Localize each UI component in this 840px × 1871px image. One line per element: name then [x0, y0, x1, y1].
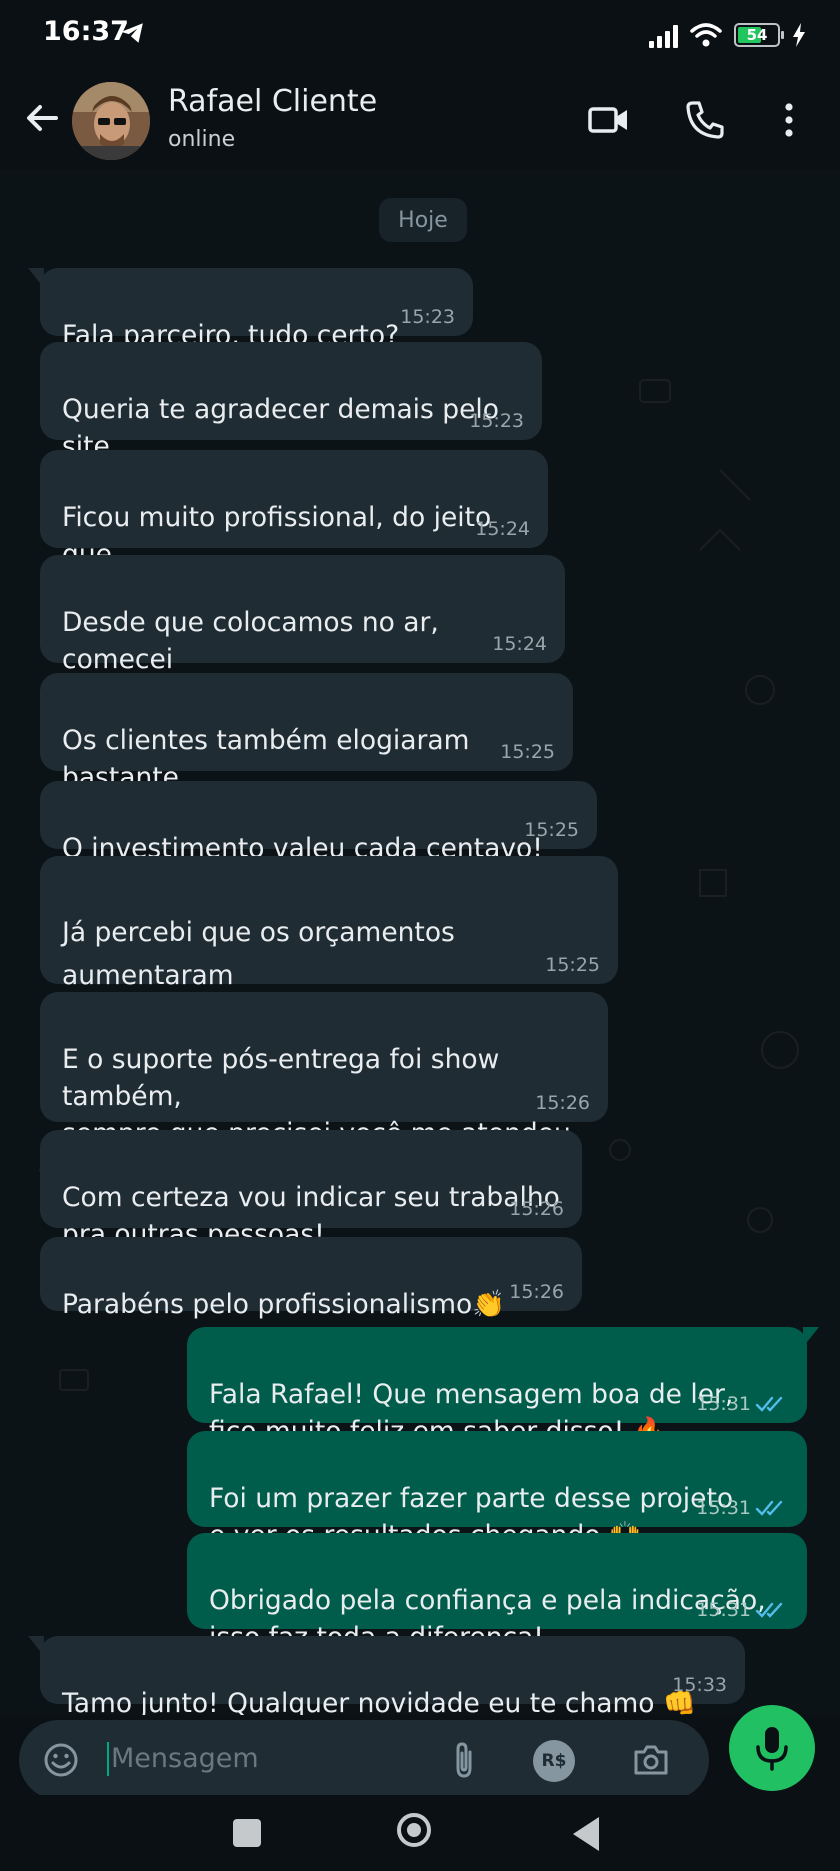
outgoing-message[interactable]: Obrigado pela confiança e pela indicação…	[187, 1533, 807, 1653]
composer: Mensagem R$	[0, 1715, 840, 1800]
outgoing-message[interactable]: Fala Rafael! Que mensagem boa de ler, fi…	[187, 1327, 819, 1447]
chat-header: Rafael Cliente online	[0, 70, 840, 170]
message-time: 15:33	[672, 1674, 727, 1696]
incoming-message[interactable]: O investimento valeu cada centavo! 15:25	[40, 781, 597, 864]
message-time: 15:23	[469, 410, 524, 432]
message-time: 15:24	[475, 518, 530, 540]
status-bar: 16:37 54	[0, 0, 840, 70]
message-time: 15:26	[509, 1281, 564, 1303]
incoming-message[interactable]: Queria te agradecer demais pelo site que…	[40, 342, 542, 499]
system-back-button[interactable]	[573, 1817, 599, 1851]
telegram-icon	[121, 23, 143, 43]
video-call-icon[interactable]	[587, 98, 631, 142]
battery-level: 54	[746, 26, 768, 44]
message-time: 15:31	[696, 1599, 751, 1621]
avatar[interactable]	[72, 82, 150, 160]
phone-icon[interactable]	[683, 98, 727, 142]
status-time: 16:37	[43, 16, 129, 47]
payment-icon[interactable]: R$	[533, 1740, 575, 1782]
home-button[interactable]	[397, 1813, 431, 1847]
mic-button[interactable]	[729, 1705, 815, 1791]
payment-icon-text: R$	[541, 1751, 567, 1771]
wifi-icon	[690, 23, 722, 47]
signal-icon	[649, 22, 678, 48]
message-time: 15:24	[492, 633, 547, 655]
date-separator: Hoje	[379, 198, 467, 242]
outgoing-message[interactable]: Foi um prazer fazer parte desse projeto …	[187, 1431, 807, 1551]
message-time: 15:23	[400, 306, 455, 328]
emoji-icon[interactable]	[41, 1740, 81, 1780]
recents-button[interactable]	[233, 1819, 261, 1847]
incoming-message[interactable]: Fala parceiro, tudo certo? 15:23	[28, 268, 473, 351]
message-time: 15:25	[545, 954, 600, 976]
incoming-message[interactable]: Ficou muito profissional, do jeito que e…	[40, 450, 548, 607]
message-time: 15:26	[509, 1198, 564, 1220]
incoming-message[interactable]: Tamo junto! Qualquer novidade eu te cham…	[28, 1636, 745, 1715]
double-check-icon	[755, 1602, 783, 1618]
contact-name[interactable]: Rafael Cliente	[168, 84, 377, 119]
double-check-icon	[755, 1500, 783, 1516]
message-text: Tamo junto! Qualquer novidade eu te cham…	[62, 1688, 696, 1715]
incoming-message[interactable]: E o suporte pós-entrega foi show também,…	[40, 992, 608, 1186]
message-time: 15:25	[524, 819, 579, 841]
message-time: 15:31	[696, 1393, 751, 1415]
message-text: Parabéns pelo profissionalismo👏	[62, 1289, 506, 1320]
message-input[interactable]: Mensagem R$	[19, 1720, 709, 1800]
more-options-icon[interactable]	[767, 98, 811, 142]
back-arrow-icon[interactable]	[22, 98, 62, 138]
chat-area[interactable]: Hoje Fala parceiro, tudo certo? 15:23 Qu…	[0, 170, 840, 1715]
incoming-message[interactable]: Parabéns pelo profissionalismo👏 15:26	[40, 1237, 582, 1320]
camera-icon[interactable]	[631, 1740, 671, 1780]
contact-status: online	[168, 127, 236, 152]
message-time: 15:26	[535, 1092, 590, 1114]
double-check-icon	[755, 1396, 783, 1412]
message-time: 15:25	[500, 741, 555, 763]
message-placeholder: Mensagem	[107, 1742, 259, 1776]
battery-icon: 54	[734, 23, 784, 47]
system-navigation-bar	[0, 1795, 840, 1871]
attach-icon[interactable]	[444, 1740, 484, 1780]
charging-icon	[793, 23, 805, 47]
mic-icon	[756, 1727, 788, 1771]
incoming-message[interactable]: Com certeza vou indicar seu trabalho pra…	[40, 1130, 582, 1250]
incoming-message[interactable]: Desde que colocamos no ar, comecei a rec…	[40, 555, 565, 749]
incoming-message[interactable]: Os clientes também elogiaram bastante o …	[40, 673, 573, 830]
incoming-message[interactable]: Já percebi que os orçamentos aumentaram …	[40, 856, 618, 1077]
message-time: 15:31	[696, 1497, 751, 1519]
